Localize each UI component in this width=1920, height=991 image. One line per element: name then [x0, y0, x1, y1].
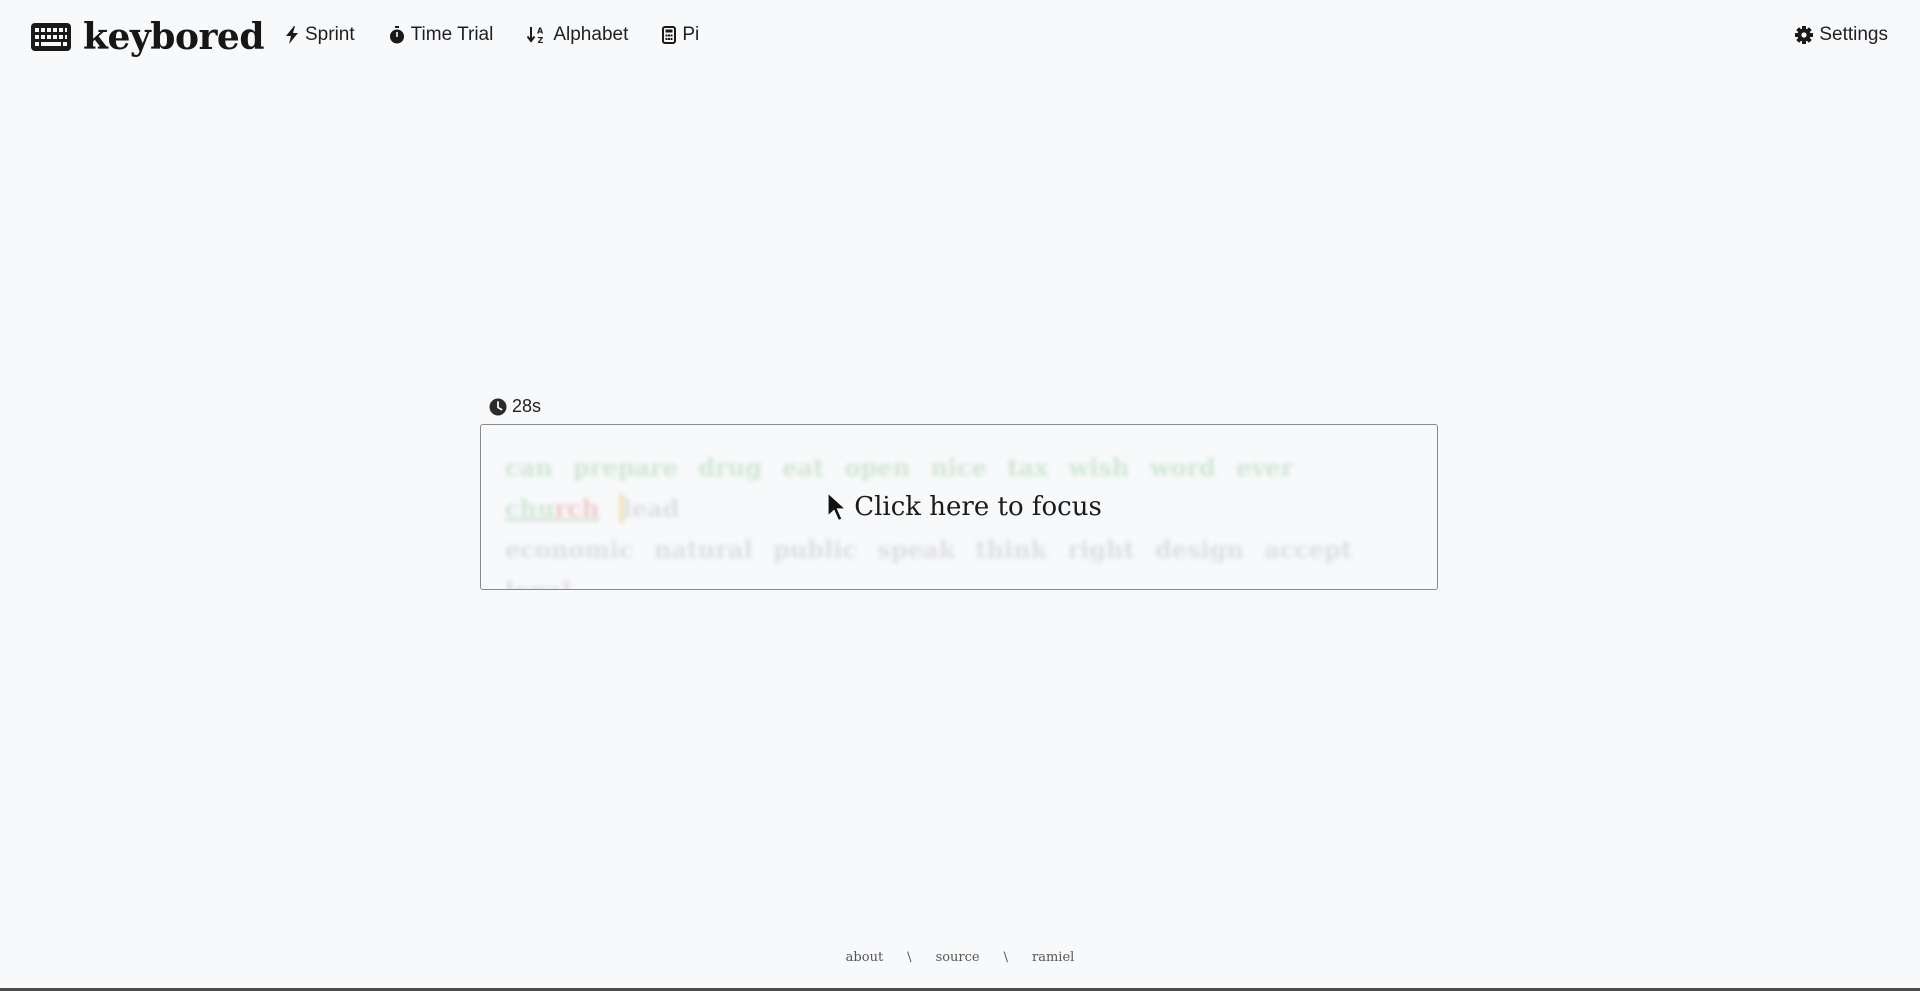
calculator-icon	[662, 26, 677, 44]
footer-link-ramiel[interactable]: ramiel	[1032, 950, 1074, 965]
nav-time-trial[interactable]: Time Trial	[389, 24, 494, 46]
main-nav: Sprint Time Trial A Z Alphabet Pi	[285, 24, 699, 46]
nav-sprint[interactable]: Sprint	[285, 24, 355, 46]
timer-value: 28s	[512, 396, 542, 416]
timer: 28s	[489, 396, 541, 417]
footer: about \ source \ ramiel	[0, 950, 1920, 965]
focus-prompt: Click here to focus	[854, 492, 1102, 522]
app: keybored Sprint Time Trial A Z Alphabet …	[0, 0, 1920, 991]
header: keybored Sprint Time Trial A Z Alphabet …	[0, 0, 1920, 78]
keyboard-icon	[31, 23, 71, 51]
bolt-icon	[285, 26, 299, 44]
gear-icon	[1795, 26, 1814, 44]
stopwatch-icon	[389, 26, 405, 44]
mouse-pointer-icon	[826, 492, 848, 522]
settings-link[interactable]: Settings	[1795, 24, 1888, 46]
nav-time-trial-label: Time Trial	[410, 24, 494, 45]
clock-icon	[489, 398, 507, 416]
nav-pi-label: Pi	[682, 24, 700, 45]
nav-alphabet[interactable]: A Z Alphabet	[527, 24, 628, 46]
nav-alphabet-label: Alphabet	[553, 24, 629, 45]
nav-sprint-label: Sprint	[305, 24, 355, 45]
footer-separator: \	[1003, 950, 1009, 965]
svg-text:Z: Z	[538, 36, 544, 44]
sort-alpha-icon: A Z	[527, 26, 547, 44]
footer-link-source[interactable]: source	[936, 950, 980, 965]
footer-link-about[interactable]: about	[846, 950, 884, 965]
brand-logo-link[interactable]: keybored	[31, 16, 265, 58]
footer-separator: \	[907, 950, 912, 965]
svg-text:A: A	[537, 27, 544, 36]
focus-overlay[interactable]: Click here to focus	[481, 425, 1437, 589]
settings-label: Settings	[1819, 24, 1888, 45]
typing-area[interactable]: can prepare drug eat open nice tax wish …	[480, 424, 1438, 590]
nav-pi[interactable]: Pi	[662, 24, 699, 46]
brand-name: keybored	[83, 16, 265, 58]
